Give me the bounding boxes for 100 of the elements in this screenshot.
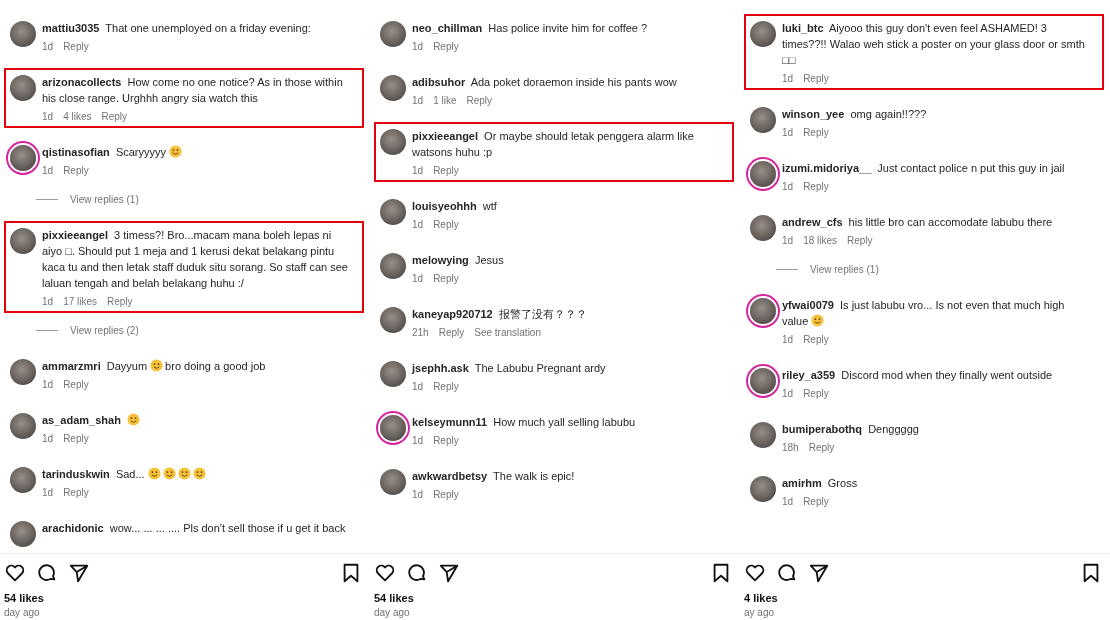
avatar[interactable] — [750, 476, 776, 502]
post-like-count[interactable]: 54 likes — [374, 592, 732, 604]
avatar[interactable] — [750, 21, 776, 47]
avatar[interactable] — [10, 21, 36, 47]
username-link[interactable]: jsephh.ask — [412, 362, 469, 374]
like-count[interactable]: 1 like — [433, 95, 457, 106]
username-link[interactable]: tarinduskwin — [42, 468, 110, 480]
reply-link[interactable]: Reply — [107, 296, 133, 307]
avatar[interactable] — [750, 215, 776, 241]
username-link[interactable]: bumiperabothq — [782, 423, 863, 435]
username-link[interactable]: kaneyap920712 — [412, 308, 493, 320]
reply-link[interactable]: Reply — [808, 442, 835, 453]
avatar[interactable] — [10, 413, 36, 439]
heart-icon[interactable] — [4, 562, 26, 584]
reply-link[interactable]: Reply — [803, 388, 829, 399]
username-link[interactable]: as_adam_shah — [42, 414, 121, 426]
reply-link[interactable]: Reply — [63, 379, 89, 390]
reply-link[interactable]: Reply — [433, 165, 459, 176]
like-count[interactable]: 18 likes — [803, 235, 838, 246]
view-replies-link[interactable]: View replies (1) — [70, 194, 139, 205]
reply-link[interactable]: Reply — [433, 381, 459, 392]
avatar[interactable] — [10, 359, 36, 385]
reply-link[interactable]: Reply — [63, 41, 89, 52]
username-link[interactable]: melowying — [412, 254, 469, 266]
reply-link[interactable]: Reply — [63, 165, 89, 176]
reply-link[interactable]: Reply — [433, 41, 459, 52]
reply-link[interactable]: Reply — [803, 73, 829, 84]
username-link[interactable]: pixxieeangel — [412, 130, 479, 142]
reply-link[interactable]: Reply — [433, 273, 459, 284]
send-icon[interactable] — [808, 562, 830, 584]
reply-link[interactable]: Reply — [803, 496, 829, 507]
reply-link[interactable]: Reply — [433, 489, 459, 500]
avatar[interactable] — [750, 298, 776, 324]
reply-link[interactable]: Reply — [438, 327, 465, 338]
avatar[interactable] — [380, 361, 406, 387]
username-link[interactable]: izumi.midoriya__ — [782, 162, 872, 174]
avatar[interactable] — [10, 145, 36, 171]
heart-icon[interactable] — [744, 562, 766, 584]
comment-icon[interactable] — [776, 562, 798, 584]
username-link[interactable]: kelseymunn11 — [412, 416, 488, 428]
username-link[interactable]: luki_btc — [782, 22, 824, 34]
username-link[interactable]: andrew_cfs — [782, 216, 843, 228]
username-link[interactable]: ammarzmri — [42, 360, 101, 372]
reply-link[interactable]: Reply — [466, 95, 493, 106]
avatar[interactable] — [10, 467, 36, 493]
reply-link[interactable]: Reply — [847, 235, 873, 246]
comment-time: 1d — [412, 165, 424, 176]
avatar[interactable] — [380, 129, 406, 155]
comment-time: 1d — [782, 127, 794, 138]
avatar[interactable] — [380, 415, 406, 441]
username-link[interactable]: qistinasofian — [42, 146, 110, 158]
like-count[interactable]: 4 likes — [63, 111, 92, 122]
avatar[interactable] — [380, 199, 406, 225]
avatar[interactable] — [750, 422, 776, 448]
avatar[interactable] — [380, 307, 406, 333]
post-like-count[interactable]: 4 likes — [744, 592, 1102, 604]
view-replies-link[interactable]: View replies (1) — [810, 264, 879, 275]
username-link[interactable]: mattiu3035 — [42, 22, 100, 34]
username-link[interactable]: louisyeohhh — [412, 200, 477, 212]
username-link[interactable]: winson_yee — [782, 108, 845, 120]
avatar[interactable] — [380, 253, 406, 279]
avatar[interactable] — [10, 521, 36, 547]
reply-link[interactable]: Reply — [433, 219, 459, 230]
username-link[interactable]: riley_a359 — [782, 369, 836, 381]
username-link[interactable]: arachidonic — [42, 522, 104, 534]
comment-time: 1d — [782, 235, 794, 246]
username-link[interactable]: yfwai0079 — [782, 299, 834, 311]
comment-text: jsephh.ask The Labubu Pregnant ardy — [412, 361, 607, 376]
avatar[interactable] — [380, 21, 406, 47]
reply-link[interactable]: Reply — [63, 487, 89, 498]
view-replies-link[interactable]: View replies (2) — [70, 325, 139, 336]
avatar[interactable] — [750, 161, 776, 187]
reply-link[interactable]: Reply — [803, 334, 829, 345]
avatar[interactable] — [750, 107, 776, 133]
avatar[interactable] — [380, 469, 406, 495]
avatar[interactable] — [380, 75, 406, 101]
username-link[interactable]: pixxieeangel — [42, 229, 109, 241]
username-link[interactable]: neo_chillman — [412, 22, 483, 34]
comment-time: 1d — [412, 489, 424, 500]
post-like-count[interactable]: 54 likes — [4, 592, 362, 604]
avatar[interactable] — [10, 75, 36, 101]
username-link[interactable]: awkwardbetsy — [412, 470, 488, 482]
reply-link[interactable]: Reply — [63, 433, 89, 444]
comment-time: 1d — [42, 165, 54, 176]
send-icon[interactable] — [438, 562, 460, 584]
see-translation-link[interactable]: See translation — [474, 327, 541, 338]
reply-link[interactable]: Reply — [101, 111, 128, 122]
username-link[interactable]: adibsuhor — [412, 76, 466, 88]
username-link[interactable]: amirhm — [782, 477, 822, 489]
heart-icon[interactable] — [374, 562, 396, 584]
send-icon[interactable] — [68, 562, 90, 584]
reply-link[interactable]: Reply — [803, 127, 829, 138]
reply-link[interactable]: Reply — [803, 181, 829, 192]
username-link[interactable]: arizonacollects — [42, 76, 122, 88]
avatar[interactable] — [750, 368, 776, 394]
like-count[interactable]: 17 likes — [63, 296, 98, 307]
avatar[interactable] — [10, 228, 36, 254]
reply-link[interactable]: Reply — [433, 435, 459, 446]
comment-icon[interactable] — [36, 562, 58, 584]
comment-icon[interactable] — [406, 562, 428, 584]
